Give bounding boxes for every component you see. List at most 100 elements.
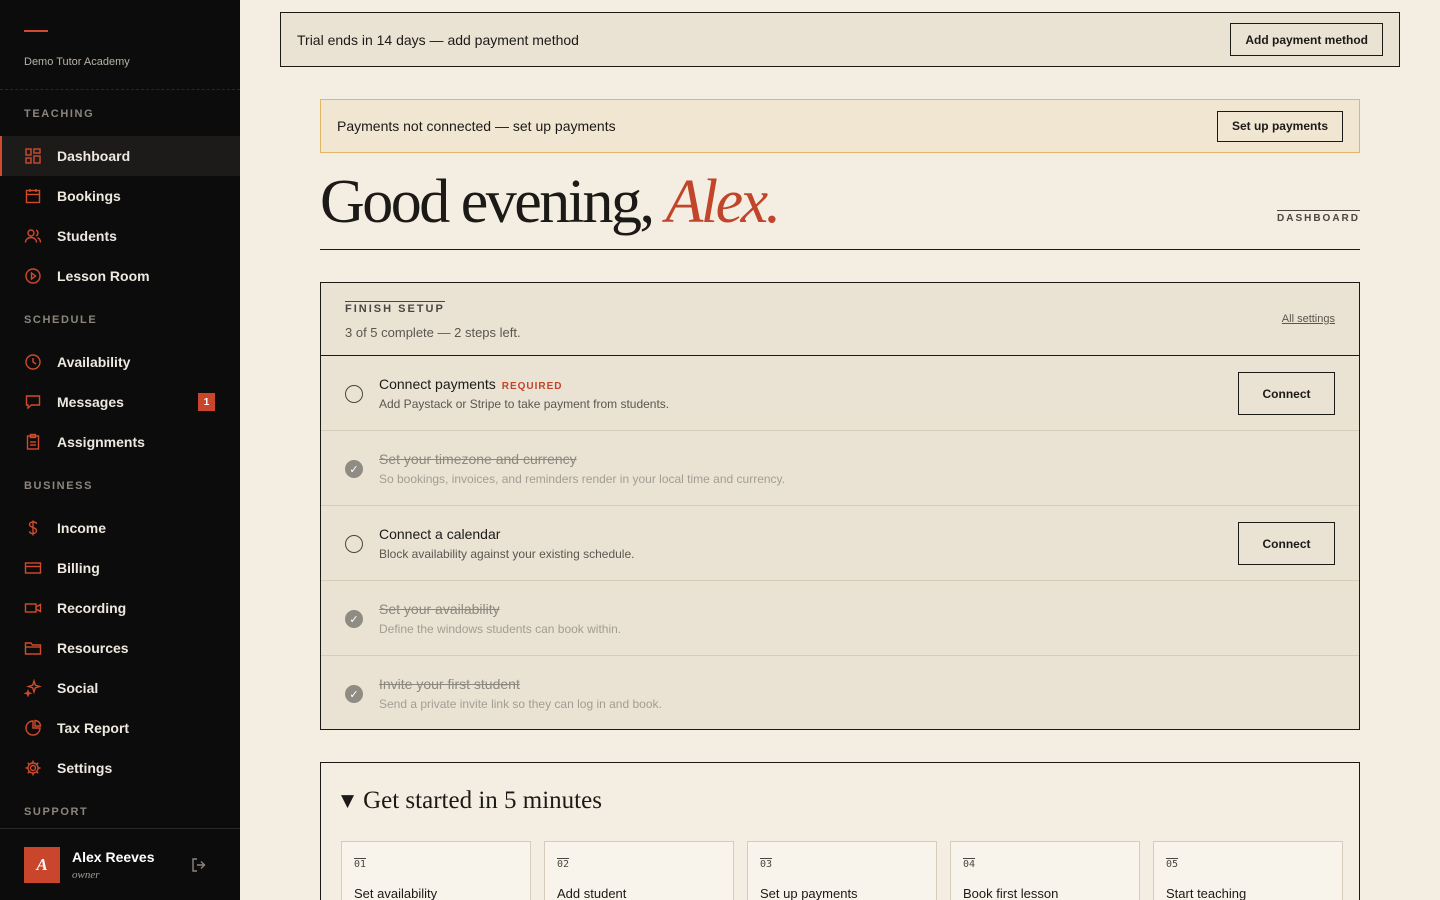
section-label-teaching: TEACHING xyxy=(24,108,95,120)
clipboard-icon xyxy=(24,433,42,451)
greeting-name: Alex. xyxy=(665,168,782,236)
step-title: Connect payments REQUIRED xyxy=(379,376,563,392)
sidebar-item-income[interactable]: Income xyxy=(0,508,240,548)
user-bar: A Alex Reeves owner xyxy=(0,828,240,900)
sidebar-item-social[interactable]: Social xyxy=(0,668,240,708)
sidebar-item-label: Assignments xyxy=(57,434,145,450)
avatar[interactable]: A xyxy=(24,846,60,883)
breadcrumb: DASHBOARD xyxy=(1277,210,1360,224)
pie-chart-icon xyxy=(24,719,42,737)
tile-number: 03 xyxy=(760,858,773,870)
check-circle-icon: ✓ xyxy=(345,610,363,628)
get-started-tile[interactable]: 05 Start teaching xyxy=(1153,841,1343,900)
tile-number: 05 xyxy=(1166,858,1179,870)
finish-setup-eyebrow: FINISH SETUP xyxy=(345,301,445,315)
sidebar-item-label: Billing xyxy=(57,560,100,576)
greeting-prefix: Good evening, xyxy=(320,168,666,236)
step-description: Add Paystack or Stripe to take payment f… xyxy=(379,397,670,411)
step-description: Send a private invite link so they can l… xyxy=(379,697,662,711)
sidebar-item-students[interactable]: Students xyxy=(0,216,240,256)
trial-banner-text: Trial ends in 14 days — add payment meth… xyxy=(297,31,579,48)
sidebar-item-label: Lesson Room xyxy=(57,268,150,284)
sidebar-item-billing[interactable]: Billing xyxy=(0,548,240,588)
brand-name: Demo Tutor Academy xyxy=(24,56,130,68)
folder-icon xyxy=(24,639,42,657)
sidebar-item-messages[interactable]: Messages 1 xyxy=(0,382,240,422)
setup-step: ✓ Invite your first student Send a priva… xyxy=(321,656,1359,731)
step-title-text: Connect payments xyxy=(379,376,496,392)
calendar-icon xyxy=(24,187,42,205)
get-started-title: Get started in 5 minutes xyxy=(363,787,602,814)
logout-icon[interactable] xyxy=(190,856,208,874)
payments-banner-text: Payments not connected — set up payments xyxy=(337,118,616,134)
brand-mark xyxy=(24,30,48,32)
step-description: Block availability against your existing… xyxy=(379,547,635,561)
users-icon xyxy=(24,227,42,245)
setup-step: ✓ Set your availability Define the windo… xyxy=(321,581,1359,656)
user-name: Alex Reeves xyxy=(72,848,155,865)
sidebar-item-label: Social xyxy=(57,680,99,696)
section-label-support: SUPPORT xyxy=(24,806,89,818)
required-tag: REQUIRED xyxy=(501,381,563,392)
sparkle-icon xyxy=(24,679,42,697)
trial-banner: Trial ends in 14 days — add payment meth… xyxy=(280,12,1400,67)
get-started-card: ▼ Get started in 5 minutes 01 Set availa… xyxy=(320,762,1360,900)
sidebar-item-resources[interactable]: Resources xyxy=(0,628,240,668)
sidebar-item-label: Recording xyxy=(57,600,127,616)
check-circle-icon: ✓ xyxy=(345,685,363,703)
get-started-tile[interactable]: 02 Add student xyxy=(544,841,734,900)
connect-payments-button[interactable]: Connect xyxy=(1238,372,1335,415)
page-header: Good evening, Alex. DASHBOARD xyxy=(320,164,1360,250)
sidebar-item-label: Tax Report xyxy=(57,720,130,736)
sidebar-item-label: Dashboard xyxy=(57,148,131,164)
get-started-toggle[interactable]: ▼ Get started in 5 minutes xyxy=(341,787,602,815)
brand: Demo Tutor Academy xyxy=(0,0,240,90)
sidebar-item-tax-report[interactable]: Tax Report xyxy=(0,708,240,748)
sidebar-item-label: Resources xyxy=(57,640,129,656)
section-label-schedule: SCHEDULE xyxy=(24,314,98,326)
all-settings-link[interactable]: All settings xyxy=(1282,313,1335,325)
add-payment-method-button[interactable]: Add payment method xyxy=(1230,23,1383,56)
set-up-payments-button[interactable]: Set up payments xyxy=(1216,110,1343,142)
get-started-tile[interactable]: 03 Set up payments xyxy=(747,841,937,900)
step-title: Set your availability xyxy=(379,601,500,617)
caret-down-icon: ▼ xyxy=(341,791,355,811)
clock-icon xyxy=(24,353,42,371)
step-description: So bookings, invoices, and reminders ren… xyxy=(379,472,785,486)
finish-setup-header: FINISH SETUP 3 of 5 complete — 2 steps l… xyxy=(321,283,1359,356)
sidebar-item-dashboard[interactable]: Dashboard xyxy=(0,136,240,176)
sidebar-item-bookings[interactable]: Bookings xyxy=(0,176,240,216)
gear-icon xyxy=(24,759,42,777)
sidebar-item-label: Bookings xyxy=(57,188,121,204)
play-circle-icon xyxy=(24,267,42,285)
step-title: Invite your first student xyxy=(379,676,520,692)
sidebar-item-availability[interactable]: Availability xyxy=(0,342,240,382)
step-title: Connect a calendar xyxy=(379,526,501,542)
dashboard-icon xyxy=(24,147,42,165)
connect-calendar-button[interactable]: Connect xyxy=(1238,522,1335,565)
tile-label: Set availability xyxy=(354,886,438,900)
sidebar-item-label: Messages xyxy=(57,394,124,410)
finish-setup-card: FINISH SETUP 3 of 5 complete — 2 steps l… xyxy=(320,282,1360,730)
tile-label: Book first lesson xyxy=(963,886,1059,900)
section-label-business: BUSINESS xyxy=(24,480,94,492)
get-started-tile[interactable]: 04 Book first lesson xyxy=(950,841,1140,900)
sidebar-item-settings[interactable]: Settings xyxy=(0,748,240,788)
sidebar-item-label: Settings xyxy=(57,760,113,776)
page-title: Good evening, Alex. xyxy=(320,166,782,238)
setup-step: Connect a calendar Block availability ag… xyxy=(321,506,1359,581)
sidebar-item-lesson-room[interactable]: Lesson Room xyxy=(0,256,240,296)
payments-banner: Payments not connected — set up payments… xyxy=(320,99,1360,153)
message-icon xyxy=(24,393,42,411)
user-role: owner xyxy=(72,868,100,881)
user-info: Alex Reeves owner xyxy=(72,849,190,881)
tile-label: Set up payments xyxy=(760,886,858,900)
incomplete-circle-icon xyxy=(345,385,363,403)
credit-card-icon xyxy=(24,559,42,577)
sidebar: Demo Tutor Academy TEACHING Dashboard Bo… xyxy=(0,0,240,900)
get-started-tile[interactable]: 01 Set availability xyxy=(341,841,531,900)
sidebar-item-assignments[interactable]: Assignments xyxy=(0,422,240,462)
sidebar-item-recording[interactable]: Recording xyxy=(0,588,240,628)
setup-step: Connect payments REQUIRED Add Paystack or… xyxy=(321,356,1359,431)
tile-number: 01 xyxy=(354,858,367,870)
